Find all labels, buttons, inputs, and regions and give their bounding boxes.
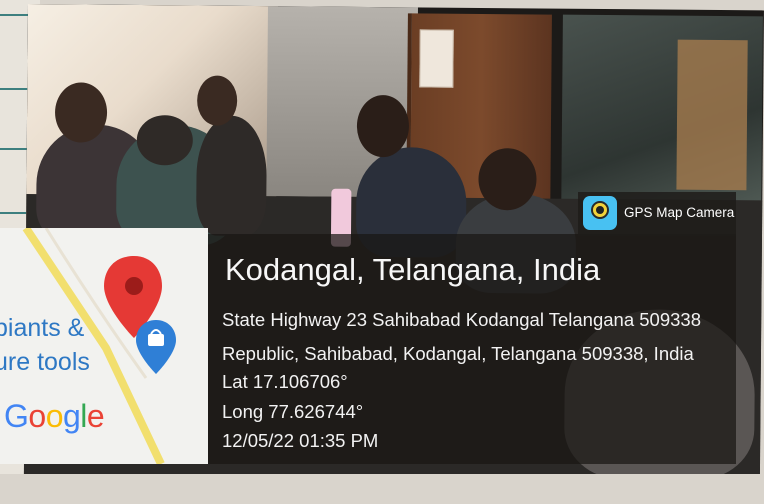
lens-dot [596, 206, 604, 214]
gps-map-camera-app-icon [583, 196, 617, 230]
paper-rule-line [0, 14, 30, 16]
address-line: Republic, Sahibabad, Kodangal, Telangana… [222, 343, 694, 364]
google-logo: Google [4, 398, 105, 434]
person-head [136, 114, 194, 166]
latitude: Lat 17.106706° [222, 371, 348, 392]
place-name: Kodangal, Telangana, India [225, 252, 601, 287]
paper-rule-line [0, 88, 30, 90]
map-thumbnail: piants & ure tools Google [0, 228, 208, 464]
person-head [196, 75, 238, 126]
address-line: State Highway 23 Sahibabad Kodangal Tela… [222, 309, 701, 330]
timestamp: 12/05/22 01:35 PM [222, 430, 379, 451]
map-place-label: ure tools [0, 348, 90, 376]
wall-poster [419, 29, 454, 88]
longitude: Long 77.626744° [222, 401, 364, 422]
person-head [356, 94, 410, 158]
app-name: GPS Map Camera [624, 205, 735, 220]
person-back [195, 115, 268, 237]
person-head [54, 82, 108, 143]
paper-rule-line [0, 148, 30, 150]
person-head [478, 147, 537, 211]
map-place-label: piants & [0, 314, 85, 342]
paper-bottom [0, 474, 764, 504]
cabinet [676, 39, 748, 191]
